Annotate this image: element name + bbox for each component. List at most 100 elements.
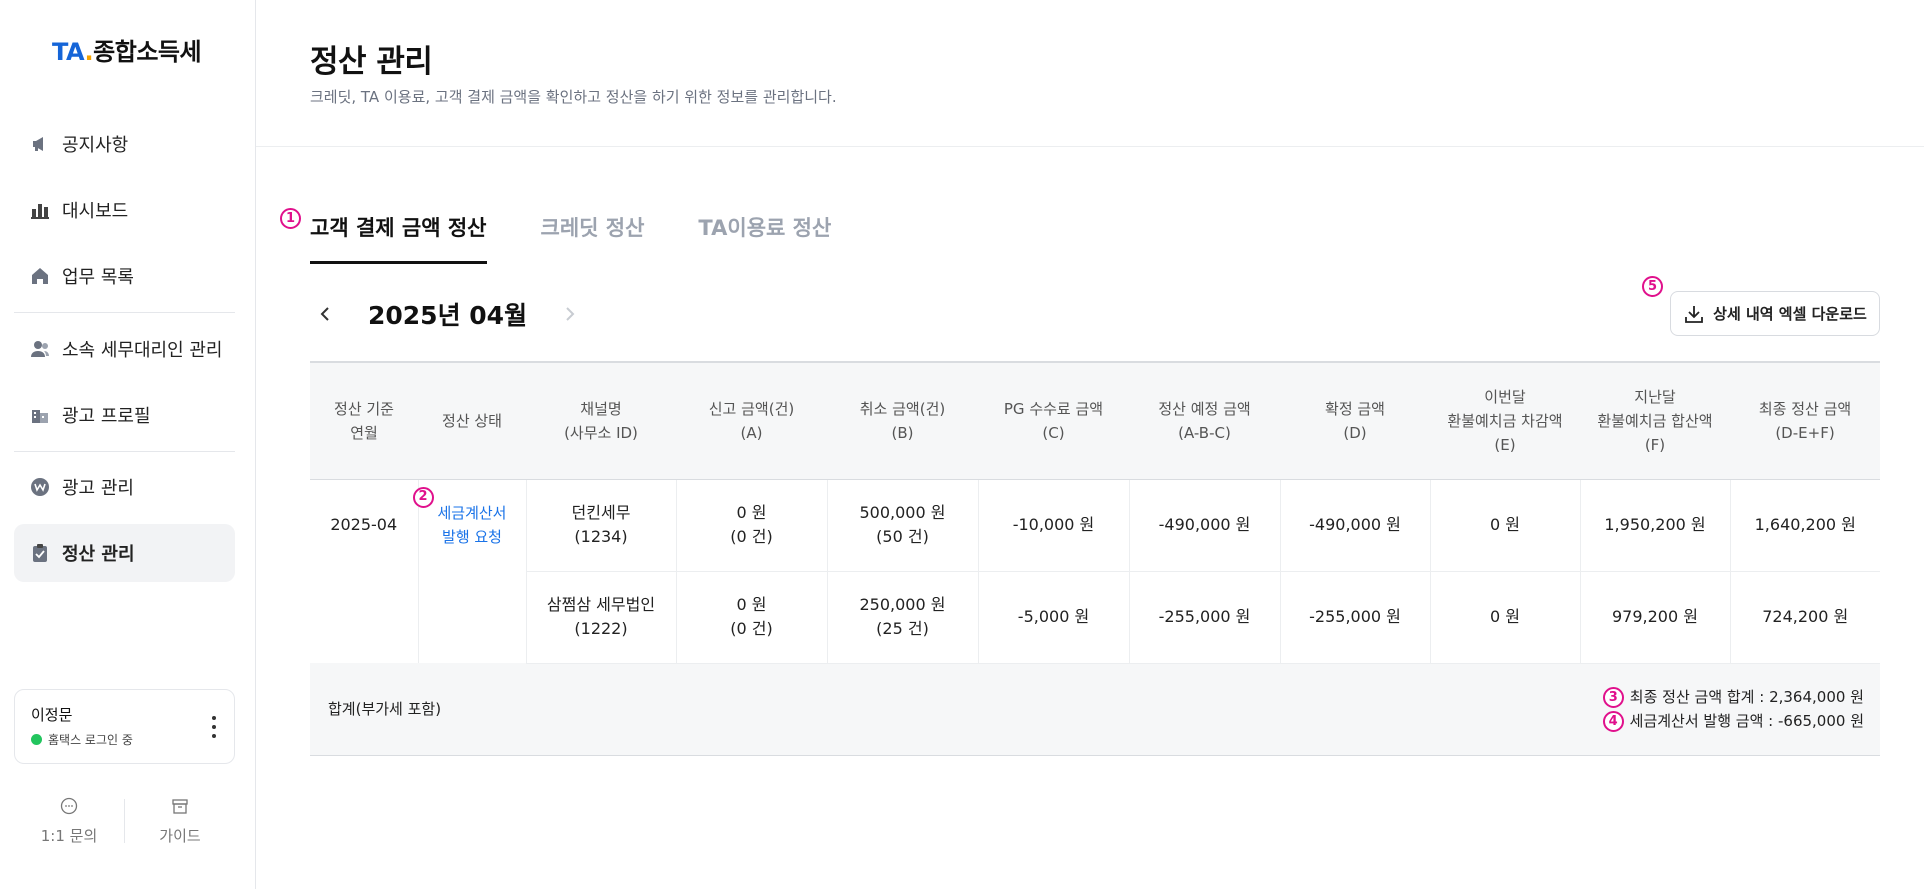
logo-text: 종합소득세 [93, 38, 202, 66]
total-label: 합계(부가세 포함) [310, 663, 676, 756]
cell-pg-fee: -10,000 원 [977, 479, 1129, 572]
excel-download-button[interactable]: 상세 내역 엑셀 다운로드 [1670, 291, 1880, 336]
app-logo[interactable]: TA.종합소득세 [52, 32, 202, 67]
header-divider [256, 146, 1924, 147]
page-description: 크레딧, TA 이용료, 고객 결제 금액을 확인하고 정산을 하기 위한 정보… [310, 88, 837, 106]
cell-pg-fee: -5,000 원 [977, 571, 1129, 664]
cell-refund-deduct: 0 원 [1429, 479, 1580, 572]
clipboard-icon [30, 543, 50, 563]
total-values: 3 최종 정산 금액 합계 : 2,364,000 원 4 세금계산서 발행 금액 … [676, 663, 1880, 756]
cell-refund-sum: 1,950,200 원 [1579, 479, 1730, 572]
download-icon [1685, 305, 1704, 323]
sidebar-item-label: 대시보드 [62, 201, 129, 222]
cell-cancel: 500,000 원 (50 건) [826, 479, 978, 572]
more-options-icon[interactable] [210, 716, 218, 738]
cell-final: 724,200 원 [1729, 571, 1880, 664]
sidebar-item-label: 공지사항 [62, 135, 129, 156]
invoice-request-link[interactable]: 세금계산서 발행 요청 [437, 504, 506, 546]
page-title: 정산 관리 [310, 44, 433, 80]
col-header-final: 최종 정산 금액 (D-E+F) [1730, 361, 1880, 480]
col-header-report: 신고 금액(건) (A) [676, 361, 827, 480]
settlement-table: 정산 기준 연월 정산 상태 채널명 (사무소 ID) 신고 금액(건) (A) 취소… [310, 361, 1880, 756]
sidebar-item-label: 광고 프로필 [62, 406, 151, 427]
next-month-button[interactable] [553, 298, 585, 330]
won-icon [30, 477, 50, 497]
col-header-expected: 정산 예정 금액 (A-B-C) [1129, 361, 1280, 480]
home-icon [30, 266, 50, 286]
chevron-right-icon [566, 307, 575, 321]
sidebar-item-tasks[interactable]: 업무 목록 [14, 247, 235, 305]
archive-box-icon [172, 798, 188, 814]
bottom-links: 1:1 문의 가이드 [14, 790, 235, 852]
user-card: 이정문 홈택스 로그인 중 [14, 689, 235, 764]
cell-expected: -490,000 원 [1128, 479, 1280, 572]
chevron-left-icon [320, 307, 329, 321]
sidebar-item-notice[interactable]: 공지사항 [14, 115, 235, 173]
sidebar-item-settlement[interactable]: 정산 관리 [14, 524, 235, 582]
sidebar-divider [14, 312, 235, 313]
annotation-marker-4: 4 [1602, 711, 1624, 732]
col-header-confirmed: 확정 금액 (D) [1280, 361, 1430, 480]
cell-refund-sum: 979,200 원 [1579, 571, 1730, 664]
cell-expected: -255,000 원 [1128, 571, 1280, 664]
sidebar-item-agents[interactable]: 소속 세무대리인 관리 [14, 320, 235, 378]
excel-download-label: 상세 내역 엑셀 다운로드 [1713, 305, 1867, 323]
cell-status-empty [417, 571, 526, 663]
cell-final: 1,640,200 원 [1729, 479, 1880, 572]
cell-cancel: 250,000 원 (25 건) [826, 571, 978, 664]
prev-month-button[interactable] [310, 298, 342, 330]
inquiry-link[interactable]: 1:1 문의 [14, 790, 124, 852]
inquiry-label: 1:1 문의 [40, 826, 98, 845]
main-content: 정산 관리 크레딧, TA 이용료, 고객 결제 금액을 확인하고 정산을 하기… [256, 0, 1924, 889]
tab-ta-fee[interactable]: TA이용료 정산 [698, 212, 831, 264]
final-total-line: 3 최종 정산 금액 합계 : 2,364,000 원 [676, 685, 1864, 709]
cell-period: 2025-04 [330, 515, 398, 535]
cell-confirmed: -490,000 원 [1279, 479, 1430, 572]
sidebar-item-label: 정산 관리 [62, 544, 135, 565]
cell-channel: 던킨세무 (1234) [525, 479, 676, 572]
sidebar-item-ad-manage[interactable]: 광고 관리 [14, 458, 235, 516]
invoice-total-text: 세금계산서 발행 금액 : -665,000 원 [1629, 712, 1864, 730]
table-row: 2025-04 2 세금계산서 발행 요청 던킨세무 (1234) 0 원 (0 건)… [310, 479, 1880, 572]
cell-refund-deduct: 0 원 [1429, 571, 1580, 664]
guide-label: 가이드 [159, 826, 201, 845]
cell-confirmed: -255,000 원 [1279, 571, 1430, 664]
col-header-pg-fee: PG 수수료 금액 (C) [978, 361, 1129, 480]
megaphone-icon [30, 134, 50, 154]
current-month: 2025년 04월 [368, 301, 528, 330]
sidebar-divider [14, 451, 235, 452]
tab-credit[interactable]: 크레딧 정산 [541, 212, 645, 264]
annotation-marker-5: 5 [1642, 276, 1663, 297]
logo-ta: TA [52, 38, 85, 66]
settlement-tabs: 고객 결제 금액 정산 크레딧 정산 TA이용료 정산 [310, 212, 885, 264]
building-icon [30, 405, 50, 425]
col-header-status: 정산 상태 [418, 361, 526, 480]
tab-customer-payment[interactable]: 고객 결제 금액 정산 [310, 212, 487, 264]
annotation-marker-3: 3 [1602, 687, 1624, 708]
cell-report: 0 원 (0 건) [675, 479, 827, 572]
sidebar-item-label: 광고 관리 [62, 478, 134, 499]
bar-chart-icon [30, 200, 50, 220]
sidebar: TA.종합소득세 공지사항 대시보드 업무 목록 소속 세무대리인 관리 광고 … [0, 0, 256, 889]
table-header-row: 정산 기준 연월 정산 상태 채널명 (사무소 ID) 신고 금액(건) (A) 취소… [310, 361, 1880, 480]
online-status-dot [31, 734, 42, 745]
sidebar-item-ad-profile[interactable]: 광고 프로필 [14, 386, 235, 444]
cell-report: 0 원 (0 건) [675, 571, 827, 664]
annotation-marker-1: 1 [280, 208, 301, 229]
sidebar-item-dashboard[interactable]: 대시보드 [14, 181, 235, 239]
chat-bubble-icon [60, 797, 78, 814]
col-header-period: 정산 기준 연월 [310, 361, 418, 480]
guide-link[interactable]: 가이드 [125, 790, 235, 852]
logo-dot: . [84, 38, 94, 66]
cell-status: 2 세금계산서 발행 요청 [412, 479, 526, 571]
cell-period-empty [310, 571, 418, 663]
col-header-channel: 채널명 (사무소 ID) [526, 361, 676, 480]
col-header-refund-sum: 지난달 환불예치금 합산액 (F) [1580, 361, 1730, 480]
sidebar-item-label: 업무 목록 [62, 267, 134, 288]
users-icon [30, 339, 50, 359]
user-name: 이정문 [31, 706, 73, 724]
sidebar-item-label: 소속 세무대리인 관리 [62, 340, 223, 361]
user-status-label: 홈택스 로그인 중 [48, 733, 133, 747]
col-header-cancel: 취소 금액(건) (B) [827, 361, 978, 480]
table-total-row: 합계(부가세 포함) 3 최종 정산 금액 합계 : 2,364,000 원 4세… [310, 663, 1880, 756]
